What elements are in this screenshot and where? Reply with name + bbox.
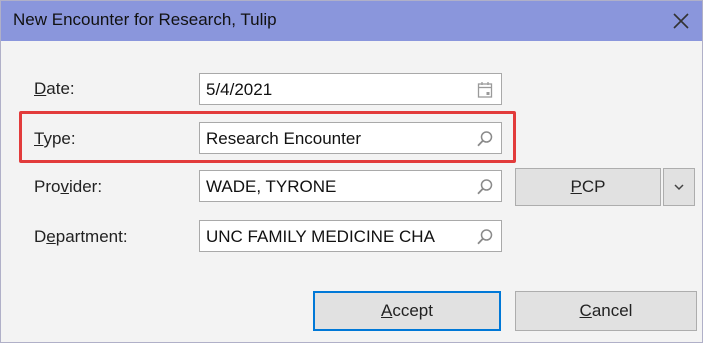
department-field[interactable]: UNC FAMILY MEDICINE CHA xyxy=(199,220,502,252)
pcp-button[interactable]: PCP xyxy=(515,168,661,206)
provider-field[interactable]: WADE, TYRONE xyxy=(199,170,502,202)
close-button[interactable] xyxy=(666,6,696,36)
date-field[interactable]: 5/4/2021 xyxy=(199,73,502,105)
provider-value: WADE, TYRONE xyxy=(206,177,337,196)
close-icon xyxy=(673,13,689,29)
search-icon[interactable] xyxy=(475,177,495,197)
window-title: New Encounter for Research, Tulip xyxy=(13,10,277,29)
chevron-down-icon xyxy=(674,184,684,191)
calendar-icon[interactable] xyxy=(475,80,495,100)
provider-label: Provider: xyxy=(34,177,103,196)
title-bar: New Encounter for Research, Tulip xyxy=(1,1,702,41)
date-value: 5/4/2021 xyxy=(206,80,273,99)
pcp-dropdown-button[interactable] xyxy=(663,168,695,206)
type-row-highlight xyxy=(19,111,516,163)
date-label: Date: xyxy=(34,79,75,98)
accept-button[interactable]: Accept xyxy=(313,291,501,331)
department-label: Department: xyxy=(34,227,128,246)
new-encounter-dialog: New Encounter for Research, Tulip Date: … xyxy=(0,0,703,343)
department-value: UNC FAMILY MEDICINE CHA xyxy=(206,227,435,246)
cancel-button[interactable]: Cancel xyxy=(515,291,697,331)
search-icon[interactable] xyxy=(475,227,495,247)
